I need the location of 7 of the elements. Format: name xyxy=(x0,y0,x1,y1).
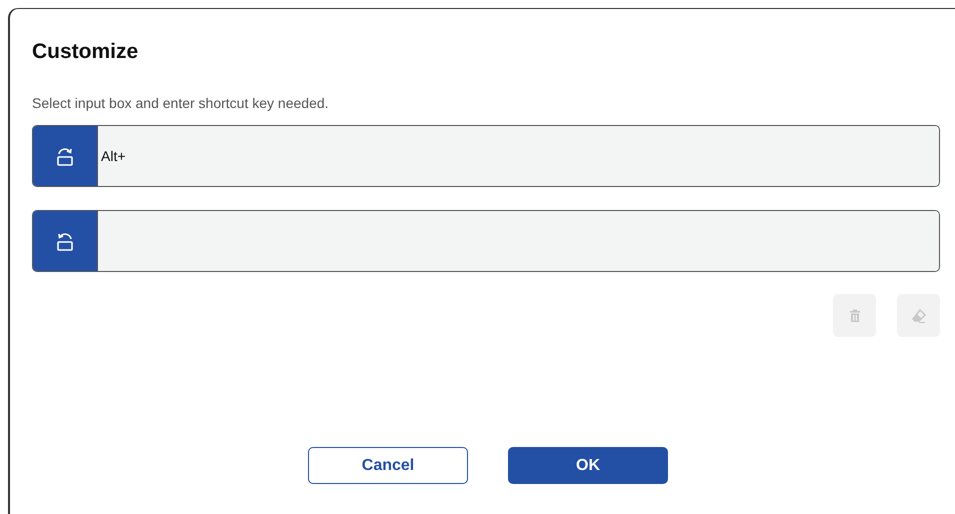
dialog-title: Customize xyxy=(32,39,140,65)
instruction-text: Select input box and enter shortcut key needed. xyxy=(32,95,330,111)
shortcut-input-field[interactable] xyxy=(32,210,940,272)
ok-button[interactable]: OK xyxy=(508,447,668,484)
shortcut-input-field[interactable]: Alt+ xyxy=(32,125,940,187)
eraser-icon xyxy=(910,308,926,324)
cancel-button[interactable]: Cancel xyxy=(308,447,468,484)
